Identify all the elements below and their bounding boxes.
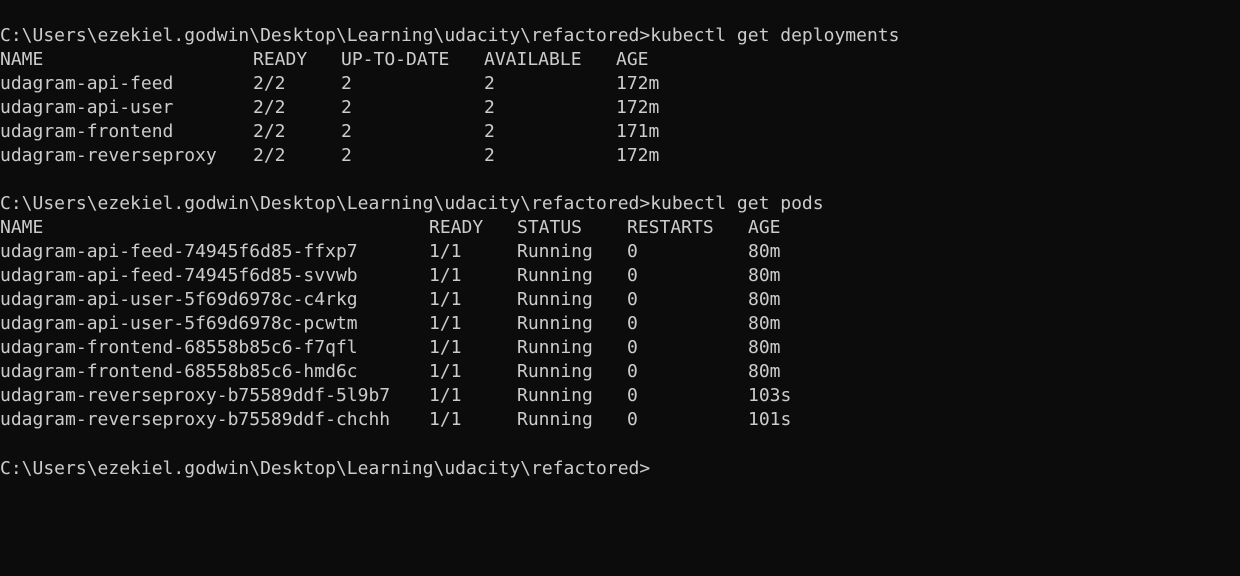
deployment-available: 2 bbox=[484, 97, 495, 118]
deployment-name: udagram-reverseproxy bbox=[0, 145, 217, 166]
prompt: C:\Users\ezekiel.godwin\Desktop\Learning… bbox=[0, 25, 651, 46]
pod-ready: 1/1 bbox=[429, 361, 462, 382]
deployment-name: udagram-frontend bbox=[0, 121, 174, 142]
pod-age: 101s bbox=[748, 409, 792, 430]
pod-age: 80m bbox=[748, 361, 781, 382]
pod-age: 80m bbox=[748, 241, 781, 262]
pod-restarts: 0 bbox=[627, 385, 638, 406]
pods-header-row: NAME READY STATUS RESTARTS AGE bbox=[0, 216, 1240, 240]
pod-row: udagram-frontend-68558b85c6-hmd6c 1/1 Ru… bbox=[0, 360, 1240, 384]
pod-ready: 1/1 bbox=[429, 385, 462, 406]
pod-restarts: 0 bbox=[627, 361, 638, 382]
pod-name: udagram-reverseproxy-b75589ddf-chchh bbox=[0, 409, 391, 430]
pod-status: Running bbox=[517, 241, 593, 262]
pod-age: 80m bbox=[748, 265, 781, 286]
pod-row: udagram-api-feed-74945f6d85-ffxp7 1/1 Ru… bbox=[0, 240, 1240, 264]
column-header-ready: READY bbox=[429, 217, 484, 238]
pod-ready: 1/1 bbox=[429, 265, 462, 286]
pod-row: udagram-reverseproxy-b75589ddf-chchh 1/1… bbox=[0, 408, 1240, 432]
pod-age: 80m bbox=[748, 313, 781, 334]
deployment-available: 2 bbox=[484, 145, 495, 166]
pod-ready: 1/1 bbox=[429, 337, 462, 358]
prompt: C:\Users\ezekiel.godwin\Desktop\Learning… bbox=[0, 193, 651, 214]
pod-status: Running bbox=[517, 361, 593, 382]
command-text: kubectl get deployments bbox=[650, 25, 900, 46]
column-header-age: AGE bbox=[748, 217, 781, 238]
terminal-output[interactable]: C:\Users\ezekiel.godwin\Desktop\Learning… bbox=[0, 24, 1240, 553]
column-header-restarts: RESTARTS bbox=[627, 217, 714, 238]
pod-name: udagram-api-feed-74945f6d85-svvwb bbox=[0, 265, 358, 286]
deployments-header-row: NAME READY UP-TO-DATE AVAILABLE AGE bbox=[0, 48, 1240, 72]
deployment-row: udagram-api-feed 2/2 2 2 172m bbox=[0, 72, 1240, 96]
deployment-row: udagram-frontend 2/2 2 2 171m bbox=[0, 120, 1240, 144]
command-line-pods: C:\Users\ezekiel.godwin\Desktop\Learning… bbox=[0, 192, 1240, 216]
pod-row: udagram-reverseproxy-b75589ddf-5l9b7 1/1… bbox=[0, 384, 1240, 408]
deployment-row: udagram-reverseproxy 2/2 2 2 172m bbox=[0, 144, 1240, 168]
deployment-ready: 2/2 bbox=[253, 97, 286, 118]
pod-name: udagram-reverseproxy-b75589ddf-5l9b7 bbox=[0, 385, 391, 406]
pod-status: Running bbox=[517, 313, 593, 334]
pod-ready: 1/1 bbox=[429, 289, 462, 310]
deployment-up-to-date: 2 bbox=[341, 145, 352, 166]
column-header-ready: READY bbox=[253, 49, 308, 70]
pod-row: udagram-api-user-5f69d6978c-c4rkg 1/1 Ru… bbox=[0, 288, 1240, 312]
deployment-age: 171m bbox=[616, 121, 660, 142]
pod-ready: 1/1 bbox=[429, 313, 462, 334]
terminal-window: { "terminal": { "prompt": "C:\\Users\\ez… bbox=[0, 0, 1240, 553]
pod-row: udagram-frontend-68558b85c6-f7qfl 1/1 Ru… bbox=[0, 336, 1240, 360]
pod-name: udagram-frontend-68558b85c6-hmd6c bbox=[0, 361, 358, 382]
column-header-status: STATUS bbox=[517, 217, 583, 238]
current-prompt-line[interactable]: C:\Users\ezekiel.godwin\Desktop\Learning… bbox=[0, 456, 1240, 480]
deployment-available: 2 bbox=[484, 73, 495, 94]
column-header-name: NAME bbox=[0, 217, 44, 238]
pod-restarts: 0 bbox=[627, 313, 638, 334]
deployment-age: 172m bbox=[616, 97, 660, 118]
pod-status: Running bbox=[517, 385, 593, 406]
pod-restarts: 0 bbox=[627, 289, 638, 310]
deployment-row: udagram-api-user 2/2 2 2 172m bbox=[0, 96, 1240, 120]
pod-ready: 1/1 bbox=[429, 241, 462, 262]
pod-name: udagram-api-user-5f69d6978c-c4rkg bbox=[0, 289, 358, 310]
column-header-available: AVAILABLE bbox=[484, 49, 582, 70]
pod-name: udagram-api-user-5f69d6978c-pcwtm bbox=[0, 313, 358, 334]
command-line-deployments: C:\Users\ezekiel.godwin\Desktop\Learning… bbox=[0, 24, 1240, 48]
column-header-age: AGE bbox=[616, 49, 649, 70]
deployment-up-to-date: 2 bbox=[341, 73, 352, 94]
deployment-name: udagram-api-feed bbox=[0, 73, 174, 94]
pod-age: 80m bbox=[748, 289, 781, 310]
pod-row: udagram-api-user-5f69d6978c-pcwtm 1/1 Ru… bbox=[0, 312, 1240, 336]
command-text: kubectl get pods bbox=[650, 193, 824, 214]
pod-status: Running bbox=[517, 409, 593, 430]
pod-age: 80m bbox=[748, 337, 781, 358]
deployment-up-to-date: 2 bbox=[341, 97, 352, 118]
deployment-ready: 2/2 bbox=[253, 121, 286, 142]
deployment-up-to-date: 2 bbox=[341, 121, 352, 142]
pod-age: 103s bbox=[748, 385, 792, 406]
pod-restarts: 0 bbox=[627, 337, 638, 358]
deployment-available: 2 bbox=[484, 121, 495, 142]
pod-restarts: 0 bbox=[627, 409, 638, 430]
pod-status: Running bbox=[517, 289, 593, 310]
deployment-age: 172m bbox=[616, 73, 660, 94]
deployment-ready: 2/2 bbox=[253, 73, 286, 94]
column-header-name: NAME bbox=[0, 49, 44, 70]
column-header-up-to-date: UP-TO-DATE bbox=[341, 49, 450, 70]
deployment-ready: 2/2 bbox=[253, 145, 286, 166]
pod-ready: 1/1 bbox=[429, 409, 462, 430]
pod-status: Running bbox=[517, 337, 593, 358]
pod-row: udagram-api-feed-74945f6d85-svvwb 1/1 Ru… bbox=[0, 264, 1240, 288]
pod-restarts: 0 bbox=[627, 265, 638, 286]
pod-name: udagram-api-feed-74945f6d85-ffxp7 bbox=[0, 241, 358, 262]
pod-status: Running bbox=[517, 265, 593, 286]
pod-name: udagram-frontend-68558b85c6-f7qfl bbox=[0, 337, 358, 358]
deployment-name: udagram-api-user bbox=[0, 97, 174, 118]
pod-restarts: 0 bbox=[627, 241, 638, 262]
prompt: C:\Users\ezekiel.godwin\Desktop\Learning… bbox=[0, 458, 651, 479]
deployment-age: 172m bbox=[616, 145, 660, 166]
